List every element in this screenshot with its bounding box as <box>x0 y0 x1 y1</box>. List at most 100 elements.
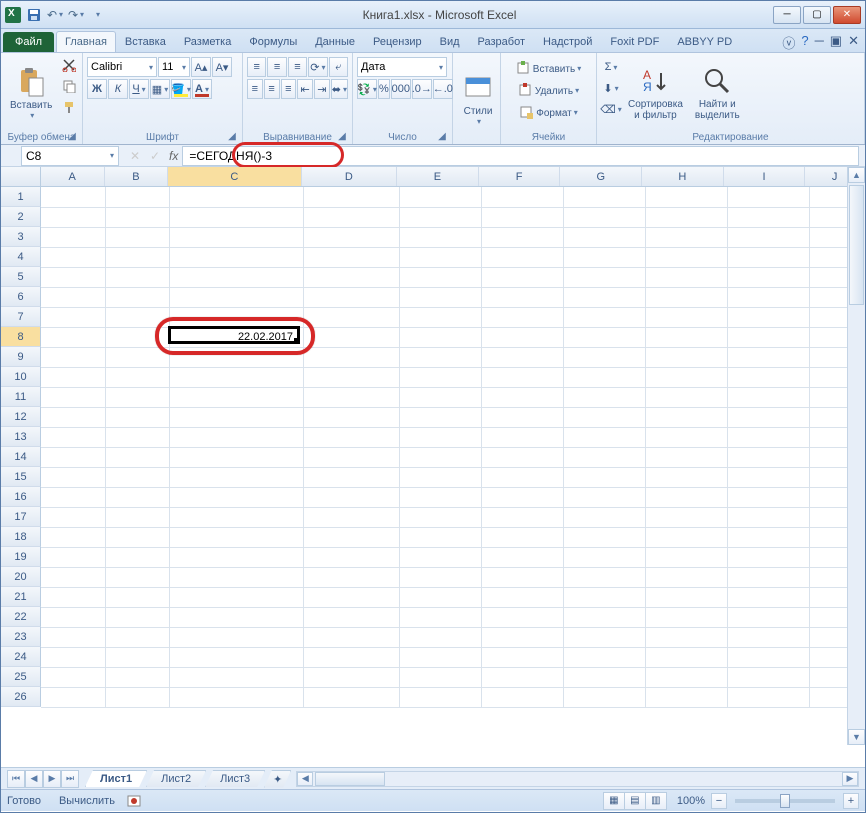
row-header-16[interactable]: 16 <box>1 487 41 507</box>
ribbon-tab-3[interactable]: Формулы <box>240 31 306 52</box>
clear-button[interactable]: ⌫▾ <box>601 99 621 119</box>
column-header-A[interactable]: A <box>41 167 105 186</box>
row-header-9[interactable]: 9 <box>1 347 41 367</box>
row-header-26[interactable]: 26 <box>1 687 41 707</box>
column-header-B[interactable]: B <box>105 167 169 186</box>
spreadsheet-grid[interactable]: ABCDEFGHIJ 12345678910111213141516171819… <box>1 167 865 767</box>
ribbon-tab-5[interactable]: Рецензир <box>364 31 431 52</box>
scroll-down-button[interactable]: ▼ <box>848 729 865 745</box>
row-header-7[interactable]: 7 <box>1 307 41 327</box>
comma-button[interactable]: 000 <box>391 79 411 99</box>
column-header-F[interactable]: F <box>479 167 561 186</box>
sheet-tab-1[interactable]: Лист2 <box>146 770 206 787</box>
border-button[interactable]: ▦▾ <box>150 79 170 99</box>
ribbon-tab-1[interactable]: Вставка <box>116 31 175 52</box>
font-dialog-launcher[interactable]: ◢ <box>226 131 238 143</box>
autosum-button[interactable]: Σ▾ <box>601 57 621 77</box>
underline-button[interactable]: Ч▾ <box>129 79 149 99</box>
zoom-in-button[interactable]: + <box>843 793 859 809</box>
ribbon-tab-6[interactable]: Вид <box>431 31 469 52</box>
shrink-font-button[interactable]: A▾ <box>212 57 232 77</box>
row-header-22[interactable]: 22 <box>1 607 41 627</box>
sheet-tab-2[interactable]: Лист3 <box>205 770 265 787</box>
page-layout-view-button[interactable]: ▤ <box>624 792 646 810</box>
row-header-20[interactable]: 20 <box>1 567 41 587</box>
align-bottom-button[interactable]: ≡ <box>288 57 307 77</box>
row-header-23[interactable]: 23 <box>1 627 41 647</box>
insert-cells-button[interactable]: Вставить▾ <box>505 57 592 79</box>
row-header-5[interactable]: 5 <box>1 267 41 287</box>
copy-button[interactable] <box>59 76 79 96</box>
ribbon-tab-2[interactable]: Разметка <box>175 31 241 52</box>
alignment-dialog-launcher[interactable]: ◢ <box>336 131 348 143</box>
format-cells-button[interactable]: Формат▾ <box>505 101 592 123</box>
row-header-14[interactable]: 14 <box>1 447 41 467</box>
ribbon-tab-8[interactable]: Надстрой <box>534 31 601 52</box>
grow-font-button[interactable]: A▴ <box>191 57 211 77</box>
column-header-I[interactable]: I <box>724 167 806 186</box>
maximize-button[interactable]: ▢ <box>803 6 831 24</box>
save-button[interactable] <box>25 6 43 24</box>
scroll-up-button[interactable]: ▲ <box>848 167 865 183</box>
bold-button[interactable]: Ж <box>87 79 107 99</box>
ribbon-tab-9[interactable]: Foxit PDF <box>601 31 668 52</box>
row-header-6[interactable]: 6 <box>1 287 41 307</box>
paste-button[interactable]: Вставить ▾ <box>5 55 57 131</box>
minimize-ribbon-button[interactable]: ⓥ <box>782 33 795 52</box>
number-format-combo[interactable]: Дата▾ <box>357 57 447 77</box>
cancel-formula-button[interactable]: ✕ <box>125 146 145 166</box>
column-header-G[interactable]: G <box>560 167 642 186</box>
row-header-25[interactable]: 25 <box>1 667 41 687</box>
sheet-nav-prev[interactable]: ◀ <box>25 770 43 788</box>
row-header-8[interactable]: 8 <box>1 327 41 347</box>
format-painter-button[interactable] <box>59 97 79 117</box>
find-select-button[interactable]: Найти и выделить <box>690 55 745 131</box>
fx-icon[interactable]: fx <box>169 149 178 163</box>
align-center-button[interactable]: ≡ <box>264 79 280 99</box>
sheet-tab-0[interactable]: Лист1 <box>85 770 147 787</box>
font-size-combo[interactable]: 11▾ <box>158 57 190 77</box>
scroll-left-button[interactable]: ◀ <box>297 772 313 786</box>
macro-record-icon[interactable] <box>127 794 141 808</box>
column-header-E[interactable]: E <box>397 167 479 186</box>
styles-button[interactable]: Стили ▾ <box>457 55 499 142</box>
column-header-C[interactable]: C <box>168 167 301 186</box>
cut-button[interactable] <box>59 55 79 75</box>
page-break-view-button[interactable]: ▥ <box>645 792 667 810</box>
formula-input[interactable]: =СЕГОДНЯ()-3 <box>182 146 859 166</box>
name-box[interactable]: C8▾ <box>21 146 119 166</box>
vertical-scrollbar[interactable]: ▲ ▼ <box>847 167 865 745</box>
row-header-10[interactable]: 10 <box>1 367 41 387</box>
row-header-24[interactable]: 24 <box>1 647 41 667</box>
row-header-4[interactable]: 4 <box>1 247 41 267</box>
undo-button[interactable]: ↶▾ <box>46 6 64 24</box>
zoom-thumb[interactable] <box>780 794 790 808</box>
font-name-combo[interactable]: Calibri▾ <box>87 57 157 77</box>
decrease-decimal-button[interactable]: ←.0 <box>433 79 453 99</box>
minimize-button[interactable]: ─ <box>773 6 801 24</box>
row-header-2[interactable]: 2 <box>1 207 41 227</box>
normal-view-button[interactable]: ▦ <box>603 792 625 810</box>
ribbon-tab-4[interactable]: Данные <box>306 31 364 52</box>
ribbon-tab-0[interactable]: Главная <box>56 31 116 52</box>
help-button[interactable]: ? <box>801 33 808 52</box>
mdi-close[interactable]: ✕ <box>848 33 859 52</box>
italic-button[interactable]: К <box>108 79 128 99</box>
font-color-button[interactable]: A▾ <box>192 79 212 99</box>
file-tab[interactable]: Файл <box>3 32 54 52</box>
mdi-minimize[interactable]: ─ <box>815 33 824 52</box>
row-header-3[interactable]: 3 <box>1 227 41 247</box>
sheet-nav-next[interactable]: ▶ <box>43 770 61 788</box>
qat-customize[interactable]: ▾ <box>88 6 106 24</box>
delete-cells-button[interactable]: Удалить▾ <box>505 79 592 101</box>
row-header-18[interactable]: 18 <box>1 527 41 547</box>
decrease-indent-button[interactable]: ⇤ <box>297 79 313 99</box>
column-header-H[interactable]: H <box>642 167 724 186</box>
increase-indent-button[interactable]: ⇥ <box>314 79 330 99</box>
sort-filter-button[interactable]: АЯ Сортировка и фильтр <box>623 55 688 131</box>
accounting-format-button[interactable]: 💱▾ <box>357 79 377 99</box>
align-top-button[interactable]: ≡ <box>247 57 266 77</box>
row-header-12[interactable]: 12 <box>1 407 41 427</box>
select-all-corner[interactable] <box>1 167 41 186</box>
row-header-15[interactable]: 15 <box>1 467 41 487</box>
